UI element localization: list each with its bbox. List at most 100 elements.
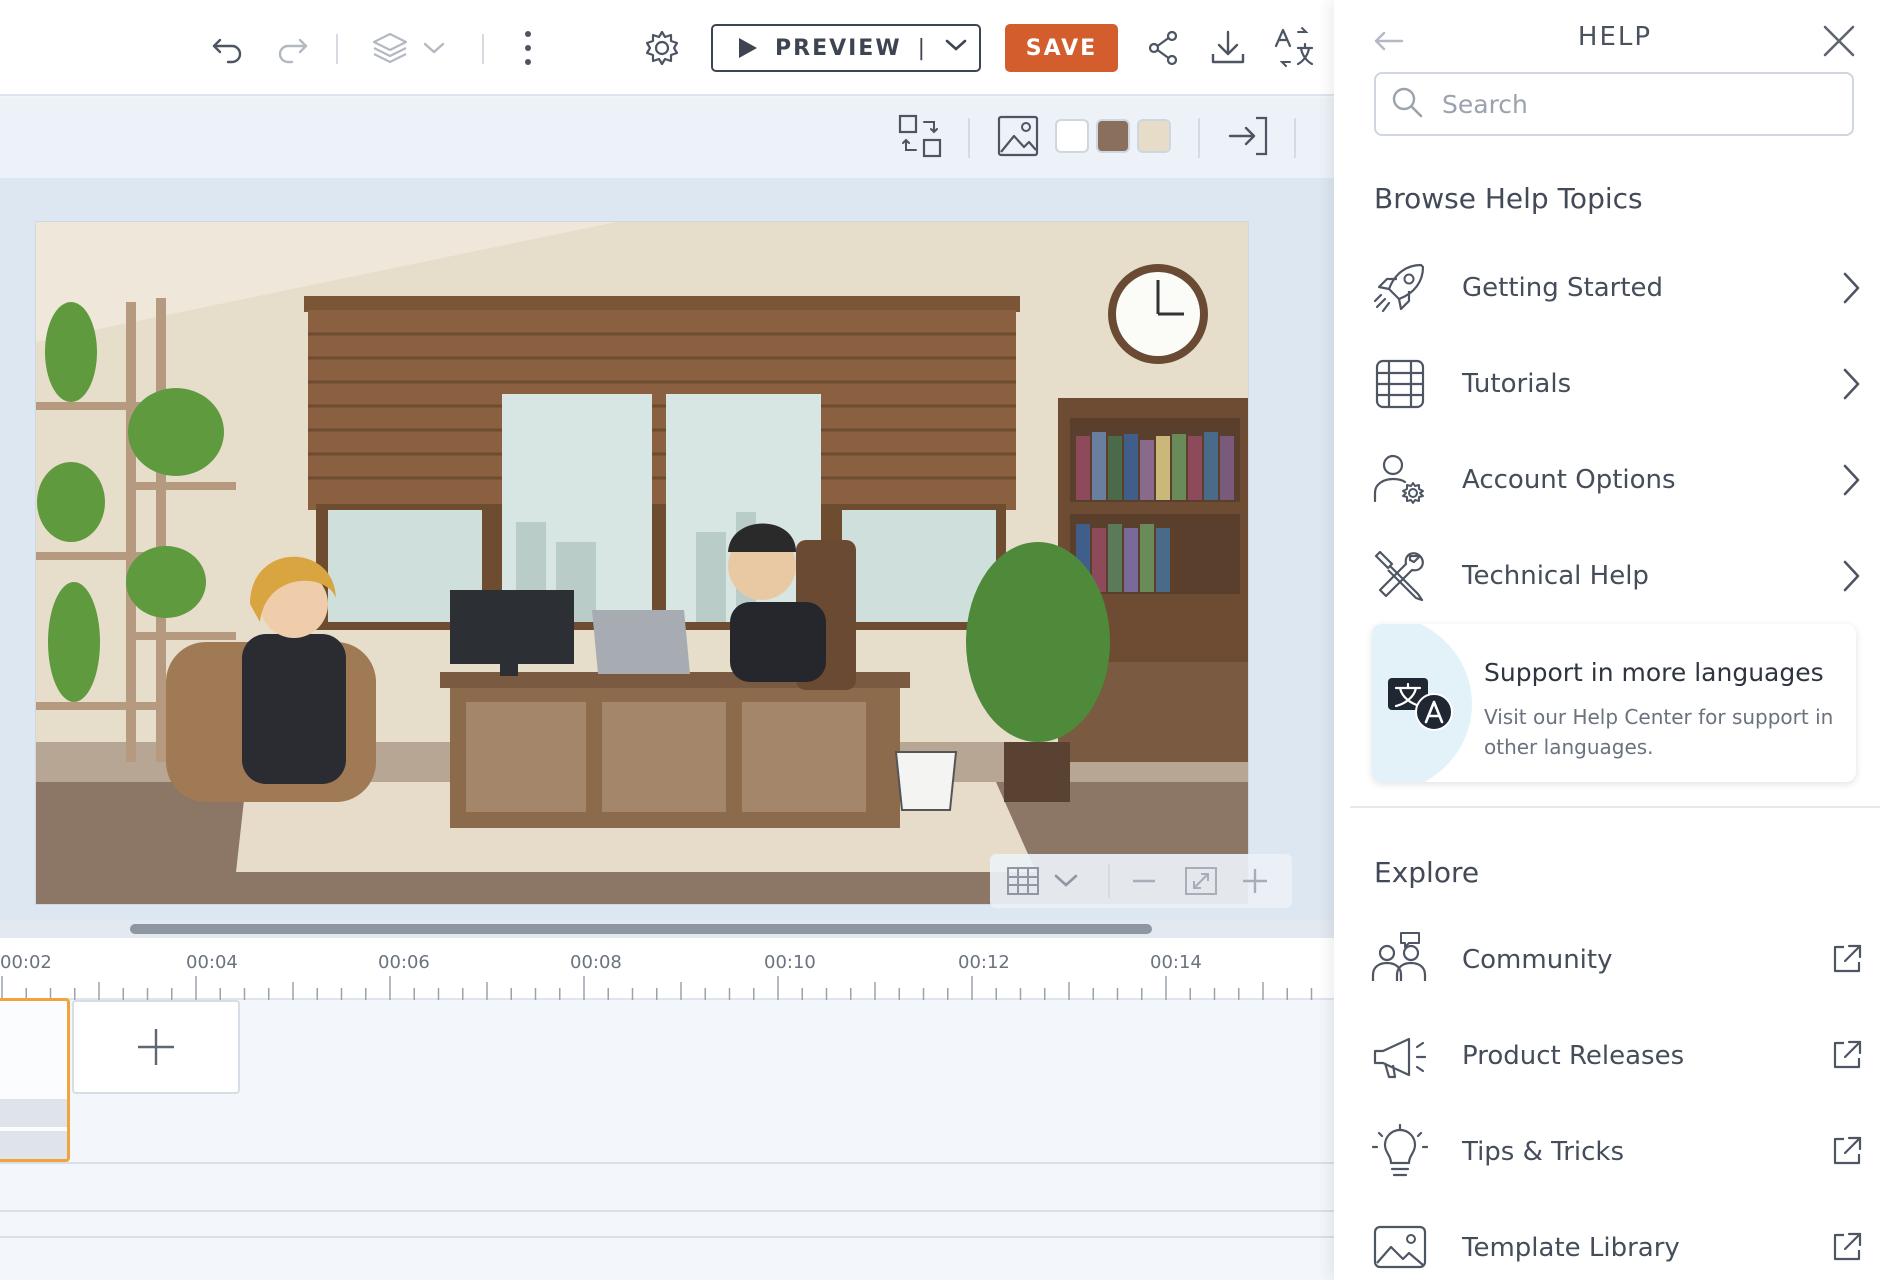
help-topic-getting-started[interactable]: Getting Started bbox=[1370, 248, 1864, 328]
external-link-icon bbox=[1830, 1134, 1864, 1172]
explore-item-template-library[interactable]: Template Library bbox=[1370, 1208, 1864, 1280]
redo-icon[interactable] bbox=[274, 30, 310, 66]
search-box bbox=[1374, 72, 1854, 136]
horizontal-scrollbar[interactable] bbox=[130, 924, 1152, 934]
search-icon bbox=[1390, 85, 1424, 123]
tools-icon bbox=[1370, 546, 1430, 606]
template-icon bbox=[1370, 1218, 1430, 1278]
scene-clip[interactable] bbox=[0, 998, 70, 1162]
help-topic-technical-help[interactable]: Technical Help bbox=[1370, 536, 1864, 616]
help-topic-account-options[interactable]: Account Options bbox=[1370, 440, 1864, 520]
tick-label: 00:04 bbox=[186, 952, 238, 973]
download-icon[interactable] bbox=[1208, 28, 1248, 68]
close-icon[interactable] bbox=[1820, 22, 1858, 64]
search-input[interactable] bbox=[1442, 90, 1842, 119]
undo-icon[interactable] bbox=[210, 30, 246, 66]
save-button[interactable]: SAVE bbox=[1005, 24, 1118, 72]
chevron-right-icon bbox=[1836, 558, 1864, 598]
help-panel: HELP Browse Help Topics Getting Started … bbox=[1334, 0, 1896, 1280]
track-divider bbox=[0, 1210, 1334, 1212]
plus-icon bbox=[136, 1027, 176, 1067]
languages-card-title: Support in more languages bbox=[1484, 658, 1824, 687]
tick-label: 00:10 bbox=[764, 952, 816, 973]
toolbar-separator bbox=[482, 34, 484, 64]
tick-label: 00:06 bbox=[378, 952, 430, 973]
external-link-icon bbox=[1830, 1230, 1864, 1268]
help-topic-label: Getting Started bbox=[1462, 273, 1663, 303]
top-toolbar: PREVIEW | SAVE bbox=[0, 0, 1334, 96]
color-swatch-3[interactable] bbox=[1137, 119, 1171, 153]
color-swatch-2[interactable] bbox=[1096, 119, 1130, 153]
explore-heading: Explore bbox=[1374, 856, 1479, 889]
explore-item-label: Product Releases bbox=[1462, 1041, 1684, 1071]
chevron-down-icon[interactable] bbox=[943, 32, 969, 64]
tick-label: 00:02 bbox=[0, 952, 52, 973]
help-divider bbox=[1350, 806, 1880, 808]
preview-divider: | bbox=[918, 36, 927, 61]
timeline-ruler[interactable]: 00:02 00:04 00:06 00:08 00:10 00:12 00:1… bbox=[0, 938, 1334, 1000]
color-swatch-1[interactable] bbox=[1055, 119, 1089, 153]
exit-icon[interactable] bbox=[1226, 114, 1270, 158]
share-icon[interactable] bbox=[1144, 28, 1184, 68]
megaphone-icon bbox=[1370, 1026, 1430, 1086]
toolbar-separator bbox=[968, 118, 970, 158]
explore-item-tips-tricks[interactable]: Tips & Tricks bbox=[1370, 1112, 1864, 1192]
track-divider bbox=[0, 1162, 1334, 1164]
lightbulb-icon bbox=[1370, 1122, 1430, 1182]
translate-languages-icon bbox=[1386, 676, 1456, 736]
office-scene-illustration bbox=[36, 222, 1248, 904]
help-title: HELP bbox=[1334, 22, 1896, 52]
zoom-out-icon[interactable] bbox=[1130, 868, 1158, 894]
scene-canvas[interactable] bbox=[36, 222, 1248, 904]
clip-track-strip bbox=[0, 1131, 67, 1159]
tick-label: 00:12 bbox=[958, 952, 1010, 973]
chevron-right-icon bbox=[1836, 270, 1864, 310]
settings-icon[interactable] bbox=[642, 28, 682, 68]
translate-icon[interactable] bbox=[1272, 26, 1316, 70]
preview-label: PREVIEW bbox=[775, 36, 902, 61]
browse-help-topics-heading: Browse Help Topics bbox=[1374, 182, 1643, 215]
more-vertical-icon[interactable] bbox=[516, 28, 540, 68]
preview-button[interactable]: PREVIEW | bbox=[711, 24, 981, 72]
toolbar-separator bbox=[336, 34, 338, 64]
layers-icon[interactable] bbox=[370, 28, 410, 68]
explore-item-product-releases[interactable]: Product Releases bbox=[1370, 1016, 1864, 1096]
timeline: 00:02 00:04 00:06 00:08 00:10 00:12 00:1… bbox=[0, 938, 1334, 1280]
help-topic-tutorials[interactable]: Tutorials bbox=[1370, 344, 1864, 424]
chevron-right-icon bbox=[1836, 462, 1864, 502]
sub-toolbar bbox=[0, 98, 1334, 178]
editor-area: PREVIEW | SAVE bbox=[0, 0, 1334, 1280]
swap-layout-icon[interactable] bbox=[898, 114, 942, 158]
community-icon bbox=[1370, 930, 1430, 990]
fit-screen-icon[interactable] bbox=[1184, 864, 1218, 898]
toolbar-separator bbox=[1108, 864, 1110, 898]
chevron-down-icon[interactable] bbox=[420, 34, 448, 62]
chevron-down-icon[interactable] bbox=[1052, 868, 1080, 894]
explore-item-label: Template Library bbox=[1462, 1233, 1680, 1263]
grid-icon[interactable] bbox=[1006, 866, 1040, 896]
zoom-in-icon[interactable] bbox=[1240, 866, 1270, 896]
languages-card[interactable]: Support in more languages Visit our Help… bbox=[1372, 624, 1856, 782]
languages-card-description: Visit our Help Center for support in oth… bbox=[1484, 702, 1834, 762]
add-scene-button[interactable] bbox=[72, 1000, 240, 1094]
track-divider bbox=[0, 1236, 1334, 1238]
zoom-controls bbox=[990, 854, 1292, 908]
help-topic-label: Account Options bbox=[1462, 465, 1676, 495]
toolbar-separator bbox=[1294, 118, 1296, 158]
explore-item-label: Tips & Tricks bbox=[1462, 1137, 1624, 1167]
explore-item-community[interactable]: Community bbox=[1370, 920, 1864, 1000]
tick-label: 00:14 bbox=[1150, 952, 1202, 973]
image-icon[interactable] bbox=[996, 114, 1040, 158]
chevron-right-icon bbox=[1836, 366, 1864, 406]
film-icon bbox=[1370, 354, 1430, 414]
help-topic-label: Tutorials bbox=[1462, 369, 1571, 399]
tick-label: 00:08 bbox=[570, 952, 622, 973]
external-link-icon bbox=[1830, 1038, 1864, 1076]
help-topic-label: Technical Help bbox=[1462, 561, 1649, 591]
user-settings-icon bbox=[1370, 450, 1430, 510]
rocket-icon bbox=[1370, 258, 1430, 318]
explore-item-label: Community bbox=[1462, 945, 1612, 975]
clip-track-strip bbox=[0, 1099, 67, 1127]
play-icon bbox=[739, 38, 757, 58]
external-link-icon bbox=[1830, 942, 1864, 980]
